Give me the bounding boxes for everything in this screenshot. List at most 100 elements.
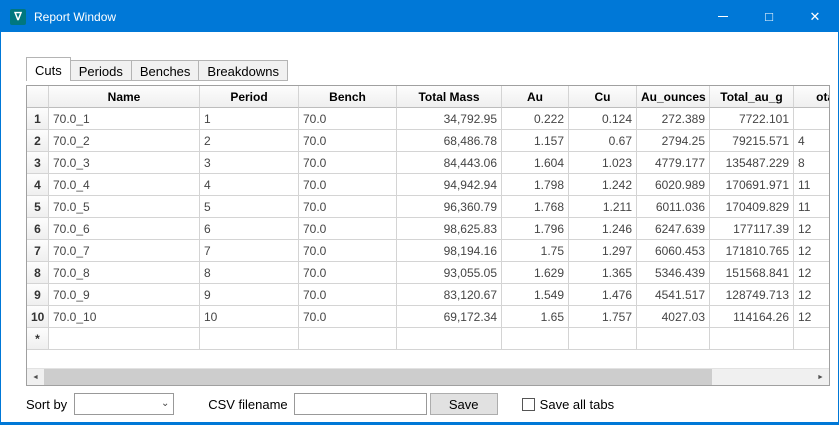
- column-header[interactable]: Au_ounces: [637, 86, 710, 108]
- table-cell[interactable]: 1.365: [569, 262, 637, 284]
- save-all-tabs-checkbox[interactable]: [522, 398, 535, 411]
- tab-periods[interactable]: Periods: [70, 60, 132, 81]
- table-cell[interactable]: 70.0: [299, 262, 397, 284]
- table-cell[interactable]: [710, 328, 794, 350]
- table-cell[interactable]: 8: [200, 262, 299, 284]
- maximize-button[interactable]: □: [746, 1, 792, 32]
- table-cell[interactable]: [637, 328, 710, 350]
- table-cell[interactable]: 70.0_10: [49, 306, 200, 328]
- table-cell[interactable]: 6: [200, 218, 299, 240]
- table-cell[interactable]: 1: [200, 108, 299, 130]
- table-cell[interactable]: 1.604: [502, 152, 569, 174]
- table-cell[interactable]: 0.124: [569, 108, 637, 130]
- titlebar[interactable]: ∇ Report Window □ ✕: [1, 1, 838, 32]
- column-header[interactable]: Au: [502, 86, 569, 108]
- table-cell[interactable]: 12: [794, 262, 829, 284]
- table-cell[interactable]: 70.0: [299, 130, 397, 152]
- table-cell[interactable]: 6247.639: [637, 218, 710, 240]
- table-cell[interactable]: 1.65: [502, 306, 569, 328]
- table-cell[interactable]: 4: [200, 174, 299, 196]
- table-cell[interactable]: 79215.571: [710, 130, 794, 152]
- table-cell[interactable]: 6060.453: [637, 240, 710, 262]
- table-cell[interactable]: 272.389: [637, 108, 710, 130]
- table-cell[interactable]: 11: [794, 196, 829, 218]
- table-cell[interactable]: 12: [794, 240, 829, 262]
- table-cell[interactable]: 6011.036: [637, 196, 710, 218]
- table-cell[interactable]: 1.798: [502, 174, 569, 196]
- table-cell[interactable]: 1.211: [569, 196, 637, 218]
- table-cell[interactable]: 0.67: [569, 130, 637, 152]
- table-cell[interactable]: 70.0_8: [49, 262, 200, 284]
- grid-corner-cell[interactable]: [27, 86, 49, 108]
- table-cell[interactable]: 4: [794, 130, 829, 152]
- column-header[interactable]: Period: [200, 86, 299, 108]
- table-cell[interactable]: 70.0_2: [49, 130, 200, 152]
- table-cell[interactable]: 70.0_5: [49, 196, 200, 218]
- table-cell[interactable]: 2794.25: [637, 130, 710, 152]
- table-cell[interactable]: 70.0: [299, 152, 397, 174]
- table-cell[interactable]: [794, 328, 829, 350]
- table-cell[interactable]: 1.768: [502, 196, 569, 218]
- table-cell[interactable]: 83,120.67: [397, 284, 502, 306]
- table-cell[interactable]: 98,194.16: [397, 240, 502, 262]
- table-cell[interactable]: 4027.03: [637, 306, 710, 328]
- scroll-right-icon[interactable]: ►: [812, 369, 829, 385]
- table-cell[interactable]: 6020.989: [637, 174, 710, 196]
- table-cell[interactable]: 84,443.06: [397, 152, 502, 174]
- table-cell[interactable]: 1.757: [569, 306, 637, 328]
- column-header[interactable]: Bench: [299, 86, 397, 108]
- table-cell[interactable]: 135487.229: [710, 152, 794, 174]
- table-cell[interactable]: 70.0_4: [49, 174, 200, 196]
- table-cell[interactable]: [794, 108, 829, 130]
- table-cell[interactable]: [299, 328, 397, 350]
- table-cell[interactable]: 1.157: [502, 130, 569, 152]
- table-cell[interactable]: 12: [794, 284, 829, 306]
- column-header[interactable]: Cu: [569, 86, 637, 108]
- scroll-left-icon[interactable]: ◄: [27, 369, 44, 385]
- table-cell[interactable]: 12: [794, 218, 829, 240]
- horizontal-scrollbar[interactable]: ◄ ►: [27, 368, 829, 385]
- table-cell[interactable]: 1.629: [502, 262, 569, 284]
- table-cell[interactable]: 177117.39: [710, 218, 794, 240]
- tab-cuts[interactable]: Cuts: [26, 57, 71, 81]
- scrollbar-thumb[interactable]: [44, 369, 712, 385]
- table-cell[interactable]: 0.222: [502, 108, 569, 130]
- row-header[interactable]: 2: [27, 130, 49, 152]
- table-cell[interactable]: 34,792.95: [397, 108, 502, 130]
- table-cell[interactable]: 1.796: [502, 218, 569, 240]
- sort-by-dropdown[interactable]: ⌄: [74, 393, 174, 415]
- column-header[interactable]: otal_c: [794, 86, 829, 108]
- table-cell[interactable]: 171810.765: [710, 240, 794, 262]
- table-cell[interactable]: 96,360.79: [397, 196, 502, 218]
- row-header[interactable]: 5: [27, 196, 49, 218]
- table-cell[interactable]: 94,942.94: [397, 174, 502, 196]
- column-header[interactable]: Total_au_g: [710, 86, 794, 108]
- row-header[interactable]: 7: [27, 240, 49, 262]
- column-header[interactable]: Total Mass: [397, 86, 502, 108]
- table-cell[interactable]: 12: [794, 306, 829, 328]
- table-cell[interactable]: 70.0: [299, 284, 397, 306]
- table-cell[interactable]: 7: [200, 240, 299, 262]
- table-cell[interactable]: 5: [200, 196, 299, 218]
- table-cell[interactable]: 70.0: [299, 240, 397, 262]
- table-cell[interactable]: 93,055.05: [397, 262, 502, 284]
- table-cell[interactable]: 70.0_3: [49, 152, 200, 174]
- table-cell[interactable]: 98,625.83: [397, 218, 502, 240]
- table-cell[interactable]: 128749.713: [710, 284, 794, 306]
- column-header[interactable]: Name: [49, 86, 200, 108]
- table-cell[interactable]: 4541.517: [637, 284, 710, 306]
- table-cell[interactable]: [200, 328, 299, 350]
- table-cell[interactable]: 4779.177: [637, 152, 710, 174]
- table-cell[interactable]: [49, 328, 200, 350]
- table-cell[interactable]: 170409.829: [710, 196, 794, 218]
- table-cell[interactable]: 1.297: [569, 240, 637, 262]
- table-cell[interactable]: 151568.841: [710, 262, 794, 284]
- table-cell[interactable]: [502, 328, 569, 350]
- table-cell[interactable]: 70.0: [299, 108, 397, 130]
- table-cell[interactable]: 70.0: [299, 174, 397, 196]
- table-cell[interactable]: 9: [200, 284, 299, 306]
- row-header[interactable]: *: [27, 328, 49, 350]
- tab-benches[interactable]: Benches: [131, 60, 200, 81]
- table-cell[interactable]: 10: [200, 306, 299, 328]
- table-cell[interactable]: 11: [794, 174, 829, 196]
